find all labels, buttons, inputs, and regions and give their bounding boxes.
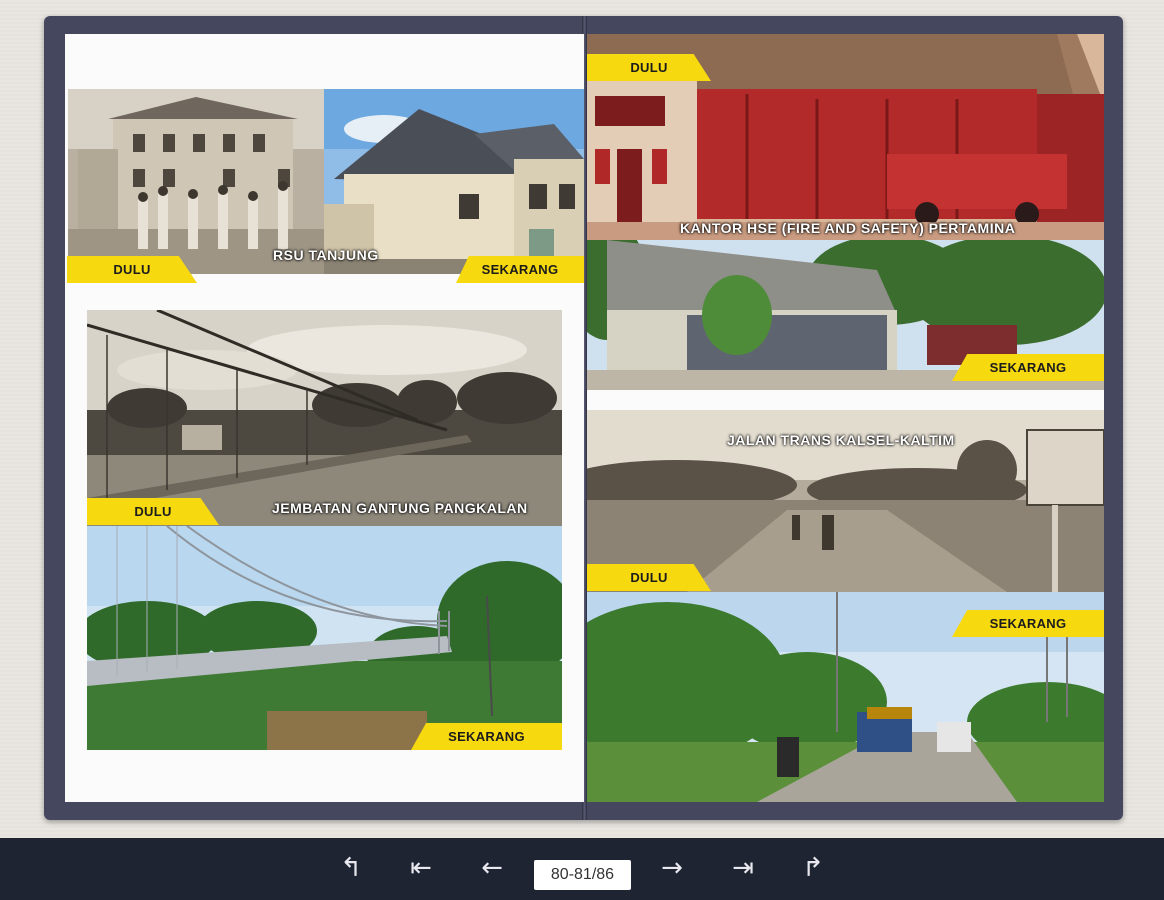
left-page[interactable]: DULU RSU TANJUNG SEKARANG DULU JEMBATAN … <box>65 34 584 802</box>
tag-sekarang-jalan: SEKARANG <box>952 610 1104 637</box>
photo-jembatan-now <box>87 526 562 750</box>
viewer-toolbar: ↰ ⇤ ← → ⇥ ↱ <box>0 838 1164 900</box>
next-page-button[interactable]: → <box>656 852 688 884</box>
tag-dulu-rsu: DULU <box>67 256 197 283</box>
tag-sekarang-hse: SEKARANG <box>952 354 1104 381</box>
page-number-field[interactable] <box>534 860 631 890</box>
right-page[interactable]: DULU KANTOR HSE (FIRE AND SAFETY) PERTAM… <box>587 34 1104 802</box>
redo-icon[interactable]: ↱ <box>797 852 829 884</box>
last-page-button[interactable]: ⇥ <box>727 852 759 884</box>
tag-sekarang-jembatan: SEKARANG <box>411 723 562 750</box>
previous-page-button[interactable]: ← <box>476 852 508 884</box>
caption-jembatan-gantung: JEMBATAN GANTUNG PANGKALAN <box>272 500 528 516</box>
tag-dulu-jembatan: DULU <box>87 498 219 525</box>
first-page-button[interactable]: ⇤ <box>405 852 437 884</box>
tag-dulu-jalan: DULU <box>587 564 711 591</box>
tag-dulu-hse: DULU <box>587 54 711 81</box>
caption-kantor-hse: KANTOR HSE (FIRE AND SAFETY) PERTAMINA <box>680 220 1016 236</box>
tag-sekarang-rsu: SEKARANG <box>456 256 584 283</box>
caption-rsu-tanjung: RSU TANJUNG <box>273 247 379 263</box>
caption-jalan-trans: JALAN TRANS KALSEL-KALTIM <box>727 432 955 448</box>
photo-jembatan-then <box>87 310 562 526</box>
flipbook: DULU RSU TANJUNG SEKARANG DULU JEMBATAN … <box>44 16 1123 820</box>
undo-icon[interactable]: ↰ <box>335 852 367 884</box>
